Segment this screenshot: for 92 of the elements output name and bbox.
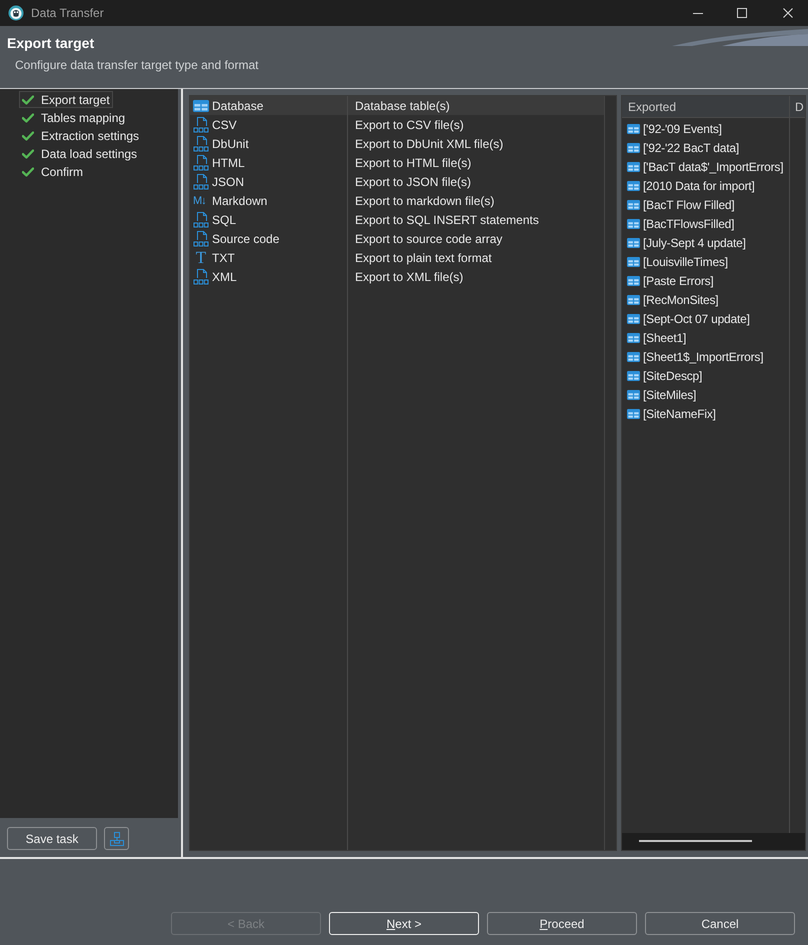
format-name: Markdown — [212, 192, 268, 210]
scrollbar-thumb[interactable] — [639, 840, 752, 842]
letter-t-icon: T — [193, 249, 209, 266]
format-row[interactable]: XML Export to XML file(s) — [190, 267, 604, 286]
table-icon — [627, 162, 640, 172]
table-list-item[interactable]: [2010 Data for import] — [622, 176, 789, 195]
column-header[interactable]: D — [790, 96, 805, 117]
page-title: Export target — [6, 34, 94, 52]
file-icon — [193, 212, 209, 228]
format-name: TXT — [212, 250, 235, 266]
page-subtitle: Configure data transfer target type and format — [15, 58, 258, 72]
table-list-item[interactable]: [SiteDescp] — [622, 366, 789, 385]
format-description: Export to source code array — [355, 230, 502, 248]
format-row[interactable]: M↓ Markdown Export to markdown file(s) — [190, 191, 604, 210]
maximize-icon[interactable] — [737, 8, 747, 18]
format-name: SQL — [212, 212, 236, 228]
format-description: Export to DbUnit XML file(s) — [355, 136, 504, 152]
format-name: Database — [212, 98, 264, 114]
format-row[interactable]: HTML Export to HTML file(s) — [190, 153, 604, 172]
dialog-button[interactable]: Next > — [329, 912, 479, 935]
format-description: Database table(s) — [355, 98, 450, 114]
table-list-item[interactable]: [Sept-Oct 07 update] — [622, 309, 789, 328]
column-header[interactable]: Exported — [622, 96, 790, 117]
table-icon — [627, 314, 640, 324]
dialog-button[interactable]: Cancel — [645, 912, 795, 935]
file-icon — [193, 116, 209, 132]
format-row[interactable]: SQL Export to SQL INSERT statements — [190, 210, 604, 229]
format-description: Export to CSV file(s) — [355, 116, 464, 134]
format-description: Export to markdown file(s) — [355, 192, 494, 210]
table-icon — [627, 276, 640, 286]
format-description: Export to HTML file(s) — [355, 154, 472, 172]
table-list-item[interactable]: [SiteNameFix] — [622, 404, 789, 423]
wizard-step[interactable]: Extraction settings — [19, 127, 142, 144]
save-task-button[interactable]: Save task — [7, 827, 97, 850]
table-icon — [627, 294, 640, 304]
wizard-step[interactable]: Export target — [19, 91, 113, 108]
table-icon — [627, 408, 640, 418]
app-logo-icon — [8, 5, 24, 21]
table-icon — [627, 200, 640, 210]
table-list-item[interactable]: [Paste Errors] — [622, 271, 789, 290]
dialog-button[interactable]: Proceed — [487, 912, 637, 935]
table-list-item[interactable]: [LouisvilleTimes] — [622, 252, 789, 271]
table-list-item[interactable]: ['BacT data$'_ImportErrors] — [622, 157, 789, 176]
table-list-item[interactable]: [Sheet1$_ImportErrors] — [622, 347, 789, 366]
table-icon — [627, 142, 640, 152]
table-list-item[interactable]: [July-Sept 4 update] — [622, 233, 789, 252]
table-list-item[interactable]: ['92-'09 Events] — [622, 119, 789, 138]
format-description: Export to JSON file(s) — [355, 174, 472, 190]
format-name: XML — [212, 268, 237, 286]
markdown-icon: M↓ — [193, 194, 209, 208]
table-icon — [627, 390, 640, 400]
table-list-item[interactable]: [Sheet1] — [622, 328, 789, 347]
wizard-step[interactable]: Data load settings — [19, 145, 140, 162]
table-icon — [627, 332, 640, 342]
format-row[interactable]: CSV Export to CSV file(s) — [190, 115, 604, 134]
format-row[interactable]: Database Database table(s) — [190, 96, 604, 115]
table-icon — [193, 100, 209, 112]
table-icon — [627, 238, 640, 248]
file-icon — [193, 230, 209, 246]
format-description: Export to SQL INSERT statements — [355, 212, 539, 228]
table-list-item[interactable]: [BacT Flow Filled] — [622, 195, 789, 214]
format-row[interactable]: JSON Export to JSON file(s) — [190, 172, 604, 191]
table-list-item[interactable]: [BacTFlowsFilled] — [622, 214, 789, 233]
table-icon — [627, 370, 640, 380]
table-icon — [627, 124, 640, 134]
wizard-step[interactable]: Tables mapping — [19, 109, 128, 126]
file-icon — [193, 154, 209, 170]
format-description: Export to plain text format — [355, 250, 492, 266]
wizard-step[interactable]: Confirm — [19, 163, 86, 180]
format-name: HTML — [212, 154, 245, 172]
format-row[interactable]: T TXT Export to plain text format — [190, 248, 604, 267]
table-icon — [627, 352, 640, 362]
table-list-item[interactable]: [RecMonSites] — [622, 290, 789, 309]
table-icon — [627, 180, 640, 190]
horizontal-scrollbar[interactable] — [622, 833, 805, 850]
table-list-item[interactable]: ['92-'22 BacT data] — [622, 138, 789, 157]
format-name: JSON — [212, 174, 244, 190]
format-row[interactable]: DbUnit Export to DbUnit XML file(s) — [190, 134, 604, 153]
table-icon — [627, 256, 640, 266]
format-name: CSV — [212, 116, 237, 134]
window-title: Data Transfer — [31, 5, 104, 22]
file-icon — [193, 268, 209, 284]
format-name: DbUnit — [212, 136, 249, 152]
format-row[interactable]: Source code Export to source code array — [190, 229, 604, 248]
file-icon — [193, 174, 209, 190]
table-list-item[interactable]: [SiteMiles] — [622, 385, 789, 404]
format-description: Export to XML file(s) — [355, 268, 464, 286]
close-icon[interactable] — [783, 8, 793, 18]
table-icon — [627, 218, 640, 228]
tray-icon — [110, 832, 124, 846]
format-name: Source code — [212, 230, 280, 248]
file-icon — [193, 136, 209, 152]
